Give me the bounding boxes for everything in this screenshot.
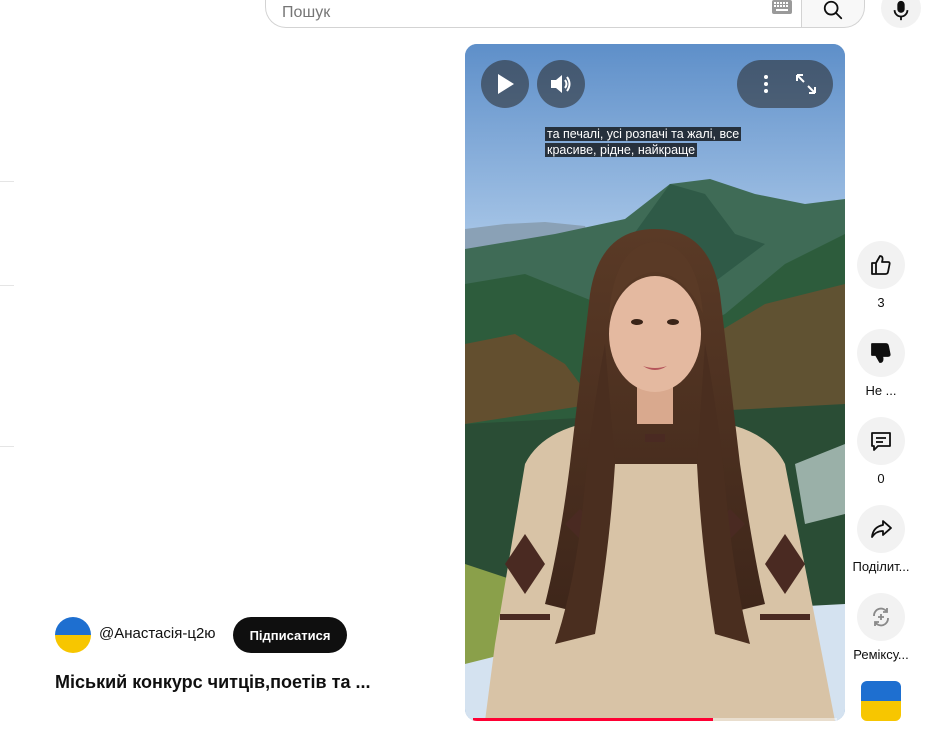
comments-action: 0: [851, 417, 911, 486]
share-label: Поділит...: [852, 559, 910, 574]
volume-button[interactable]: [537, 60, 585, 108]
share-action: Поділит...: [851, 505, 911, 574]
sidebar-divider: [0, 181, 14, 182]
voice-search-button[interactable]: [881, 0, 921, 28]
microphone-icon: [893, 0, 909, 21]
video-player[interactable]: та печалі, усі розпачі та жалі, все крас…: [465, 44, 845, 721]
like-count: 3: [877, 295, 885, 310]
progress-fill: [473, 718, 714, 721]
thumbs-up-icon: [871, 255, 891, 275]
play-icon: [498, 74, 514, 94]
subtitle-caption: та печалі, усі розпачі та жалі, все крас…: [545, 126, 765, 158]
shorts-page: та печалі, усі розпачі та жалі, все крас…: [0, 0, 933, 731]
share-icon: [871, 520, 892, 538]
search-button[interactable]: [801, 0, 865, 28]
volume-icon: [551, 75, 571, 93]
search-icon: [823, 0, 843, 20]
thumbs-down-icon: [871, 343, 891, 363]
dislike-button[interactable]: [857, 329, 905, 377]
like-button[interactable]: [857, 241, 905, 289]
keyboard-icon[interactable]: [772, 0, 792, 14]
channel-handle[interactable]: @Анастасія-ц2ю: [99, 625, 216, 642]
sound-thumbnail[interactable]: [861, 681, 901, 721]
play-button[interactable]: [481, 60, 529, 108]
channel-avatar[interactable]: [55, 617, 91, 653]
share-button[interactable]: [857, 505, 905, 553]
subtitle-line: красиве, рідне, найкраще: [545, 143, 698, 157]
remix-action: Реміксу...: [851, 593, 911, 662]
subtitle-line: та печалі, усі розпачі та жалі, все: [545, 127, 742, 141]
search-input[interactable]: [282, 3, 762, 22]
more-options-icon[interactable]: [754, 72, 778, 96]
comments-button[interactable]: [857, 417, 905, 465]
comments-count: 0: [877, 471, 885, 486]
player-options: [737, 60, 833, 108]
remix-button[interactable]: [857, 593, 905, 641]
dislike-label: Не ...: [865, 383, 897, 398]
progress-bar[interactable]: [473, 718, 837, 721]
sidebar-divider: [0, 446, 14, 447]
sidebar-divider: [0, 285, 14, 286]
video-title[interactable]: Міський конкурс читців,поетів та ...: [55, 672, 400, 693]
like-action: 3: [851, 241, 911, 310]
remix-label: Реміксу...: [853, 647, 909, 662]
dislike-action: Не ...: [851, 329, 911, 398]
fullscreen-icon[interactable]: [795, 73, 817, 95]
search-box: [265, 0, 803, 28]
comment-icon: [871, 432, 891, 451]
subscribe-button[interactable]: Підписатися: [233, 617, 347, 653]
remix-icon: [873, 607, 889, 627]
